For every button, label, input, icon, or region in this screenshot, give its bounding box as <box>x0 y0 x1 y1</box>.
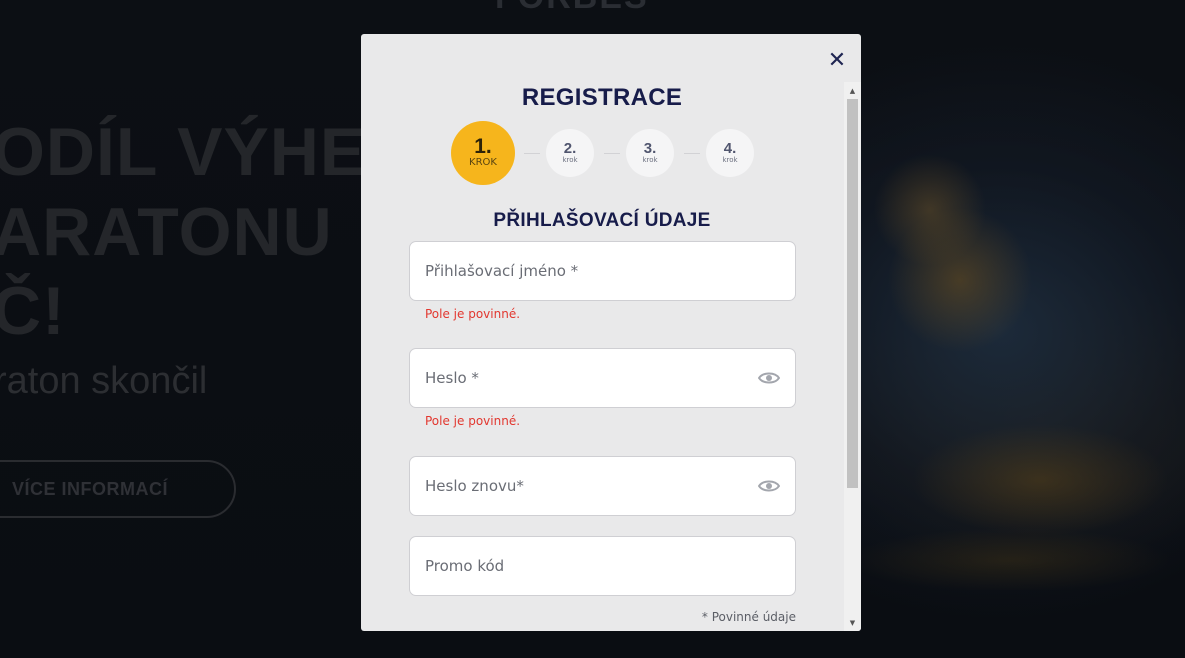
step-connector <box>604 153 620 154</box>
registration-modal: ✕ REGISTRACE 1. KROK 2. krok 3. krok 4. … <box>361 34 861 631</box>
step-connector <box>684 153 700 154</box>
hero-heading-line-1: ODÍL VÝHE <box>0 114 367 190</box>
step-4-label: krok <box>722 156 738 164</box>
password-field <box>409 348 796 408</box>
step-4-number: 4. <box>723 140 737 157</box>
scroll-thumb[interactable] <box>847 99 858 488</box>
password-input[interactable] <box>425 369 750 387</box>
hero-heading-line-2: ARATONU <box>0 194 333 270</box>
step-3-number: 3. <box>643 140 657 157</box>
username-field <box>409 241 796 301</box>
step-2-number: 2. <box>563 140 577 157</box>
step-4: 4. krok <box>706 129 754 177</box>
password-repeat-field <box>409 456 796 516</box>
hero-subtitle: raton skončil <box>0 360 208 402</box>
scroll-down-arrow-icon[interactable]: ▼ <box>844 614 861 631</box>
site-logo: FORBES <box>495 0 649 17</box>
step-connector <box>524 153 540 154</box>
hero-slot-artwork <box>860 90 1180 590</box>
step-1-label: KROK <box>469 157 497 168</box>
eye-icon[interactable] <box>758 479 780 493</box>
username-error: Pole je povinné. <box>425 307 521 321</box>
required-fields-note: * Povinné údaje <box>701 610 796 624</box>
step-2: 2. krok <box>546 129 594 177</box>
password-repeat-input[interactable] <box>425 477 750 495</box>
promo-code-input[interactable] <box>425 557 780 575</box>
step-1-number: 1. <box>474 135 492 158</box>
step-1: 1. KROK <box>451 121 515 185</box>
step-3-label: krok <box>642 156 658 164</box>
password-error: Pole je povinné. <box>425 414 521 428</box>
username-input[interactable] <box>425 262 780 280</box>
modal-scrollbar[interactable]: ▲ ▼ <box>844 82 861 631</box>
eye-icon[interactable] <box>758 371 780 385</box>
step-2-label: krok <box>562 156 578 164</box>
scroll-up-arrow-icon[interactable]: ▲ <box>844 82 861 99</box>
step-3: 3. krok <box>626 129 674 177</box>
step-indicator: 1. KROK 2. krok 3. krok 4. krok <box>361 34 861 234</box>
more-info-button[interactable]: VÍCE INFORMACÍ <box>0 460 236 518</box>
promo-code-field <box>409 536 796 596</box>
section-title: PŘIHLAŠOVACÍ ÚDAJE <box>493 210 711 231</box>
hero-heading-line-3: Č! <box>0 273 66 349</box>
